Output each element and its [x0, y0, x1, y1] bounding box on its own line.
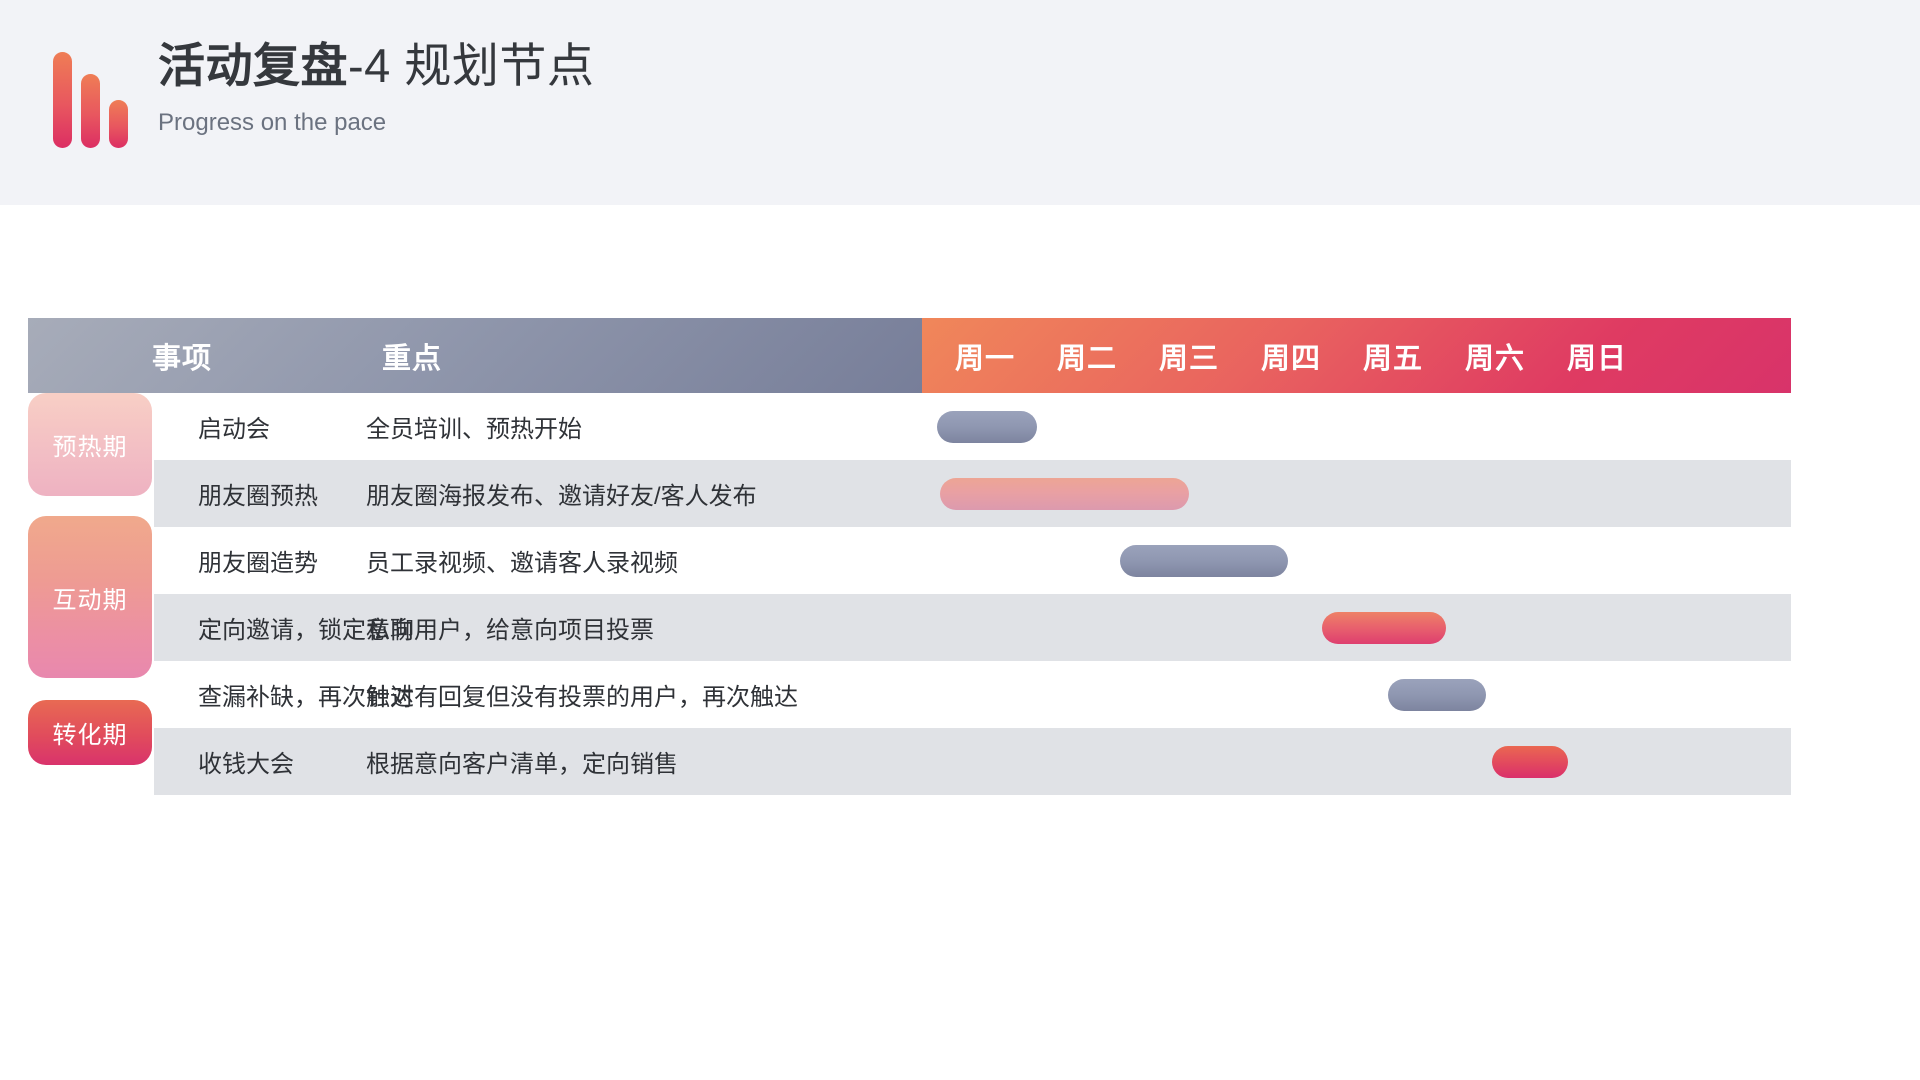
row-timeline-track [922, 661, 1791, 728]
gantt-chart: 事项 重点 周一 周二 周三 周四 周五 周六 周日 启动会 全员培训、预热开始 [28, 318, 1791, 795]
table-row[interactable]: 收钱大会 根据意向客户清单，定向销售 [28, 728, 1791, 795]
table-row[interactable]: 定向邀请，锁定意向 私聊用户，给意向项目投票 [28, 594, 1791, 661]
phase-label-conversion[interactable]: 转化期 [28, 700, 152, 765]
row-timeline-track [922, 460, 1791, 527]
weekday-header-thu: 周四 [1260, 342, 1321, 375]
bar-chart-logo-icon [53, 48, 129, 148]
row-item-label: 收钱大会 [198, 751, 294, 778]
row-focus-label: 全员培训、预热开始 [366, 416, 582, 443]
table-row[interactable]: 朋友圈造势 员工录视频、邀请客人录视频 [28, 527, 1791, 594]
table-row[interactable]: 查漏补缺，再次触达 针对有回复但没有投票的用户，再次触达 [28, 661, 1791, 728]
page-title-bold: 活动复盘 [158, 39, 348, 92]
weekday-header-mon: 周一 [954, 342, 1015, 375]
table-row[interactable]: 朋友圈预热 朋友圈海报发布、邀请好友/客人发布 [28, 460, 1791, 527]
page-title-regular: -4 规划节点 [348, 39, 595, 92]
gantt-bar[interactable] [1388, 679, 1486, 711]
gantt-bar[interactable] [1322, 612, 1446, 644]
row-item-label: 启动会 [198, 416, 270, 443]
row-item-label: 定向邀请，锁定意向 [198, 617, 414, 644]
gantt-header-weekdays: 周一 周二 周三 周四 周五 周六 周日 [922, 318, 1791, 393]
row-focus-label: 朋友圈海报发布、邀请好友/客人发布 [366, 483, 757, 510]
row-timeline-track [922, 594, 1791, 661]
gantt-bar[interactable] [1492, 746, 1568, 778]
table-row[interactable]: 启动会 全员培训、预热开始 [28, 393, 1791, 460]
column-header-item: 事项 [152, 342, 213, 375]
row-focus-label: 根据意向客户清单，定向销售 [366, 751, 678, 778]
logo-bar-2 [81, 74, 100, 148]
column-header-focus: 重点 [382, 342, 443, 375]
page-header-band: 活动复盘-4 规划节点 Progress on the pace [0, 0, 1920, 205]
gantt-body: 启动会 全员培训、预热开始 朋友圈预热 朋友圈海报发布、邀请好友/客人发布 朋友… [28, 393, 1791, 795]
phase-label-interaction[interactable]: 互动期 [28, 516, 152, 678]
row-timeline-track [922, 527, 1791, 594]
row-timeline-track [922, 728, 1791, 795]
logo-bar-1 [53, 52, 72, 148]
row-focus-label: 私聊用户，给意向项目投票 [366, 617, 654, 644]
phase-label-warmup[interactable]: 预热期 [28, 393, 152, 496]
weekday-header-sat: 周六 [1464, 342, 1525, 375]
gantt-bar[interactable] [940, 478, 1189, 510]
page-title: 活动复盘-4 规划节点 [158, 36, 594, 96]
weekday-header-sun: 周日 [1566, 342, 1627, 375]
weekday-header-tue: 周二 [1056, 342, 1117, 375]
gantt-header-left: 事项 重点 [28, 318, 922, 393]
gantt-header-row: 事项 重点 周一 周二 周三 周四 周五 周六 周日 [28, 318, 1791, 393]
gantt-bar[interactable] [937, 411, 1037, 443]
weekday-header-fri: 周五 [1362, 342, 1423, 375]
row-timeline-track [922, 393, 1791, 460]
gantt-bar[interactable] [1120, 545, 1288, 577]
row-focus-label: 针对有回复但没有投票的用户，再次触达 [366, 684, 798, 711]
logo-bar-3 [109, 100, 128, 148]
title-block: 活动复盘-4 规划节点 Progress on the pace [158, 36, 594, 138]
page-subtitle: Progress on the pace [158, 109, 387, 136]
row-item-label: 朋友圈预热 [198, 483, 318, 510]
weekday-header-wed: 周三 [1158, 342, 1219, 375]
row-focus-label: 员工录视频、邀请客人录视频 [366, 550, 678, 577]
row-item-label: 朋友圈造势 [198, 550, 318, 577]
row-item-label: 查漏补缺，再次触达 [198, 684, 414, 711]
